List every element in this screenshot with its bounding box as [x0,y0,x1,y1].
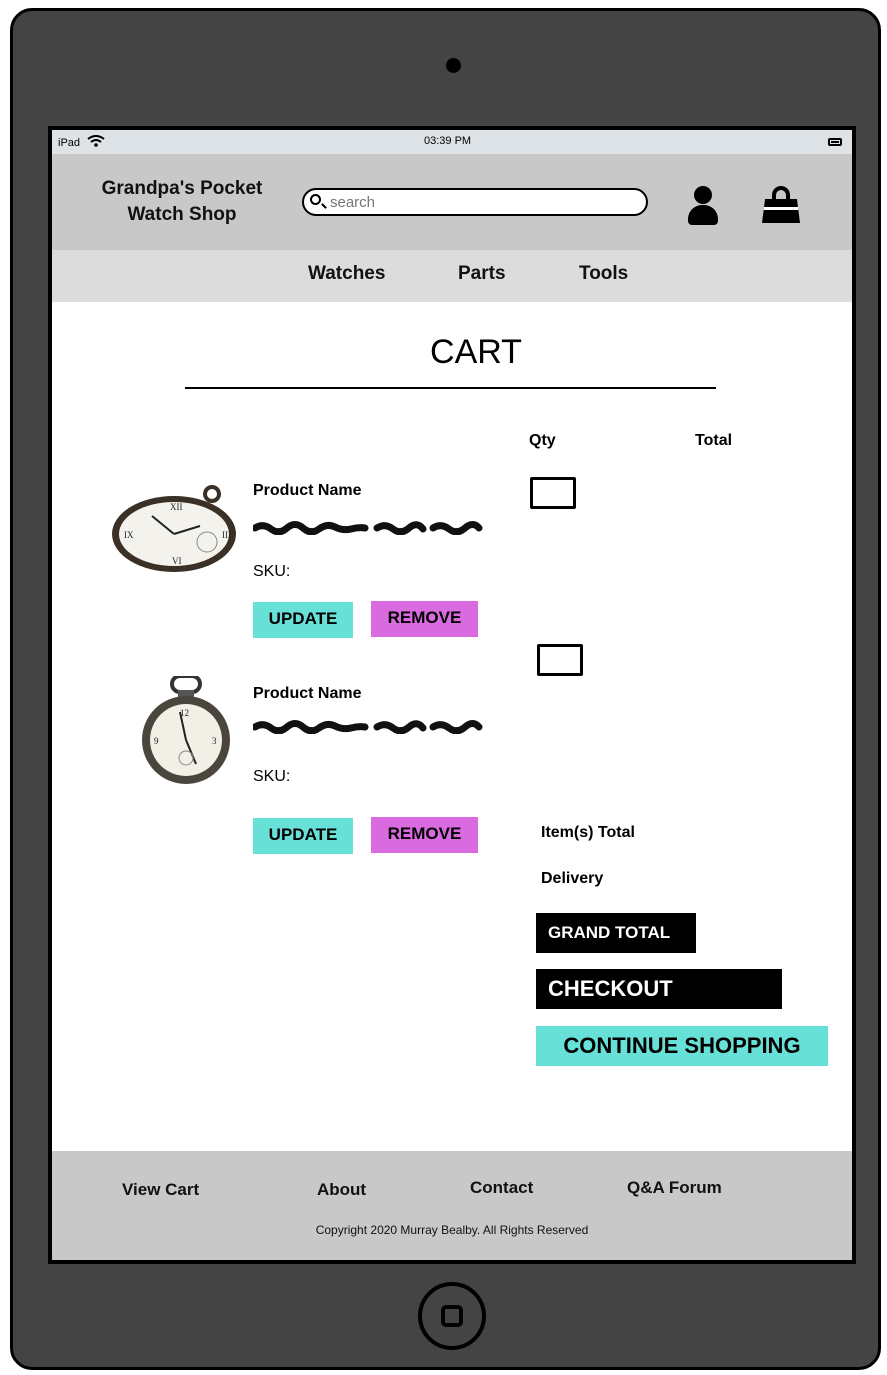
quantity-input[interactable] [530,477,576,509]
status-device: iPad [58,135,105,149]
wifi-icon [87,135,105,147]
checkout-button[interactable]: CHECKOUT [536,969,782,1009]
continue-shopping-button[interactable]: CONTINUE SHOPPING [536,1026,828,1066]
footer-link-about[interactable]: About [317,1180,366,1200]
svg-text:VI: VI [172,556,182,566]
home-button-square-icon [441,1305,463,1327]
status-time: 03:39 PM [424,135,472,147]
update-button[interactable]: UPDATE [253,818,353,854]
site-logo[interactable]: Grandpa's Pocket Watch Shop [82,176,282,228]
bag-body [762,199,800,223]
svg-text:IX: IX [124,530,134,540]
delivery-label: Delivery [541,870,604,887]
qty-column-header: Qty [529,432,556,449]
svg-text:XII: XII [170,502,183,512]
device-label: iPad [58,137,81,149]
camera-dot [446,58,461,73]
title-divider [185,387,716,389]
user-icon-head [694,186,712,204]
items-total-label: Item(s) Total [541,824,635,841]
search-bar[interactable] [302,188,648,216]
shopping-bag-icon[interactable] [760,186,802,224]
svg-text:3: 3 [212,736,217,746]
site-footer: View Cart About Contact Q&A Forum Copyri… [52,1151,852,1260]
logo-line-2: Watch Shop [127,204,237,225]
footer-link-qa-forum[interactable]: Q&A Forum [627,1178,722,1198]
user-icon[interactable] [686,186,720,226]
battery-icon [828,138,842,146]
svg-text:III: III [222,530,231,540]
tablet-screen: iPad 03:39 PM Grandpa's Pocket Watch Sho… [48,126,856,1264]
product-sku: SKU: [253,563,291,580]
footer-link-contact[interactable]: Contact [470,1178,533,1198]
home-button[interactable] [418,1282,486,1350]
product-description-scribble [253,521,483,535]
grand-total-label: GRAND TOTAL [536,913,696,953]
product-name[interactable]: Product Name [253,685,361,703]
footer-link-view-cart[interactable]: View Cart [122,1180,199,1200]
update-button[interactable]: UPDATE [253,602,353,638]
bag-stripe [762,207,800,210]
svg-text:12: 12 [180,708,189,718]
product-name[interactable]: Product Name [253,482,361,500]
search-input[interactable] [330,192,630,212]
site-header: Grandpa's Pocket Watch Shop [52,154,852,250]
logo-line-1: Grandpa's Pocket [101,178,263,199]
remove-button[interactable]: REMOVE [371,817,478,853]
nav-item-tools[interactable]: Tools [579,263,628,285]
pocket-watch-image: XII III VI IX [112,485,236,572]
total-column-header: Total [695,432,733,449]
remove-button[interactable]: REMOVE [371,601,478,637]
svg-text:9: 9 [154,736,159,746]
copyright-text: Copyright 2020 Murray Bealby. All Rights… [315,1223,589,1237]
pocket-watch-image: 12 3 9 [142,676,230,784]
main-nav: Watches Parts Tools [52,250,852,302]
product-description-scribble [253,720,483,734]
search-icon [310,194,321,205]
status-bar: iPad 03:39 PM [52,130,852,154]
nav-item-parts[interactable]: Parts [458,263,506,285]
nav-item-watches[interactable]: Watches [308,263,385,285]
quantity-input[interactable] [537,644,583,676]
page-title: CART [430,333,522,371]
user-icon-body [688,205,718,225]
product-sku: SKU: [253,768,291,785]
